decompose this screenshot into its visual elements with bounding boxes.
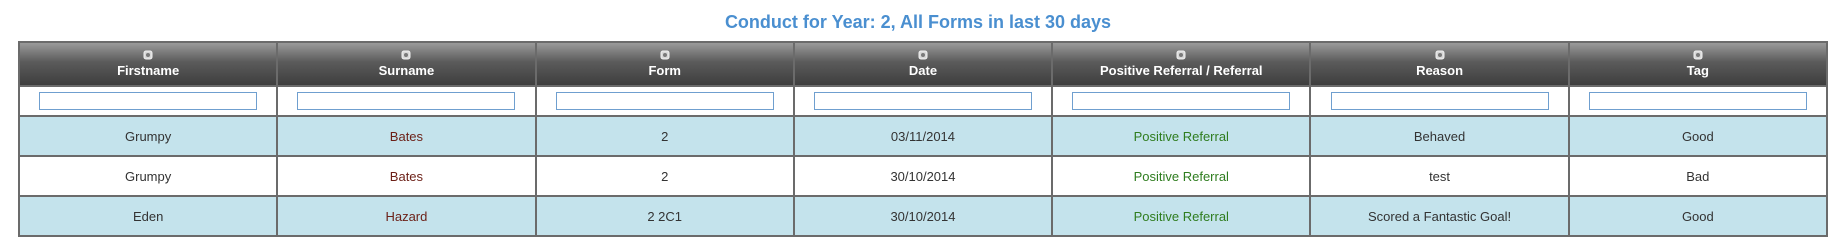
- cell-firstname: Eden: [17, 195, 279, 237]
- table-row[interactable]: Eden Hazard 2 2C1 30/10/2014 Positive Re…: [17, 195, 1829, 237]
- filter-cell: [17, 85, 279, 117]
- filter-cell: [792, 85, 1054, 117]
- cell-referral-type: Positive Referral: [1051, 155, 1312, 197]
- cell-form: 2: [534, 155, 795, 197]
- sort-icon[interactable]: [1435, 50, 1445, 60]
- column-label: Reason: [1416, 63, 1464, 78]
- cell-surname: Hazard: [276, 195, 537, 237]
- column-header-date[interactable]: Date: [792, 41, 1054, 87]
- column-label: Positive Referral / Referral: [1099, 63, 1263, 78]
- column-header-tag[interactable]: Tag: [1567, 41, 1829, 87]
- cell-tag: Good: [1567, 115, 1829, 157]
- page-title: Conduct for Year: 2, All Forms in last 3…: [724, 12, 1112, 32]
- filter-input-form[interactable]: [555, 92, 774, 110]
- filter-input-reason[interactable]: [1330, 92, 1549, 110]
- sort-icon[interactable]: [1693, 50, 1703, 60]
- cell-firstname: Grumpy: [17, 155, 279, 197]
- cell-reason: Scored a Fantastic Goal!: [1309, 195, 1570, 237]
- column-label: Date: [908, 63, 938, 78]
- column-header-form[interactable]: Form: [534, 41, 795, 87]
- sort-icon[interactable]: [401, 50, 411, 60]
- conduct-table: Firstname Surname Form Date Positive Ref…: [17, 41, 1829, 237]
- column-header-referral-type[interactable]: Positive Referral / Referral: [1051, 41, 1312, 87]
- cell-reason: test: [1309, 155, 1570, 197]
- column-label: Tag: [1686, 63, 1709, 78]
- cell-date: 30/10/2014: [792, 155, 1054, 197]
- cell-surname: Bates: [276, 155, 537, 197]
- filter-input-date[interactable]: [813, 92, 1032, 110]
- cell-date: 30/10/2014: [792, 195, 1054, 237]
- column-header-reason[interactable]: Reason: [1309, 41, 1570, 87]
- filter-row: [17, 85, 1829, 117]
- sort-icon[interactable]: [660, 50, 670, 60]
- cell-firstname: Grumpy: [17, 115, 279, 157]
- cell-surname: Bates: [276, 115, 537, 157]
- column-label: Surname: [378, 63, 435, 78]
- cell-tag: Bad: [1567, 155, 1829, 197]
- header-row: Firstname Surname Form Date Positive Ref…: [17, 41, 1829, 87]
- filter-cell: [1051, 85, 1312, 117]
- cell-tag: Good: [1567, 195, 1829, 237]
- sort-icon[interactable]: [1176, 50, 1186, 60]
- filter-cell: [1309, 85, 1570, 117]
- column-label: Firstname: [117, 63, 180, 78]
- column-label: Form: [648, 63, 681, 78]
- filter-input-tag[interactable]: [1588, 92, 1807, 110]
- column-header-surname[interactable]: Surname: [276, 41, 537, 87]
- column-header-firstname[interactable]: Firstname: [17, 41, 279, 87]
- filter-cell: [276, 85, 537, 117]
- cell-referral-type: Positive Referral: [1051, 115, 1312, 157]
- cell-form: 2: [534, 115, 795, 157]
- filter-input-referral-type[interactable]: [1072, 92, 1291, 110]
- filter-input-surname[interactable]: [297, 92, 516, 110]
- cell-form: 2 2C1: [534, 195, 795, 237]
- cell-reason: Behaved: [1309, 115, 1570, 157]
- table-row[interactable]: Grumpy Bates 2 30/10/2014 Positive Refer…: [17, 155, 1829, 197]
- filter-input-firstname[interactable]: [39, 92, 258, 110]
- cell-date: 03/11/2014: [792, 115, 1054, 157]
- sort-icon[interactable]: [918, 50, 928, 60]
- filter-cell: [534, 85, 795, 117]
- cell-referral-type: Positive Referral: [1051, 195, 1312, 237]
- table-row[interactable]: Grumpy Bates 2 03/11/2014 Positive Refer…: [17, 115, 1829, 157]
- filter-cell: [1567, 85, 1829, 117]
- sort-icon[interactable]: [143, 50, 153, 60]
